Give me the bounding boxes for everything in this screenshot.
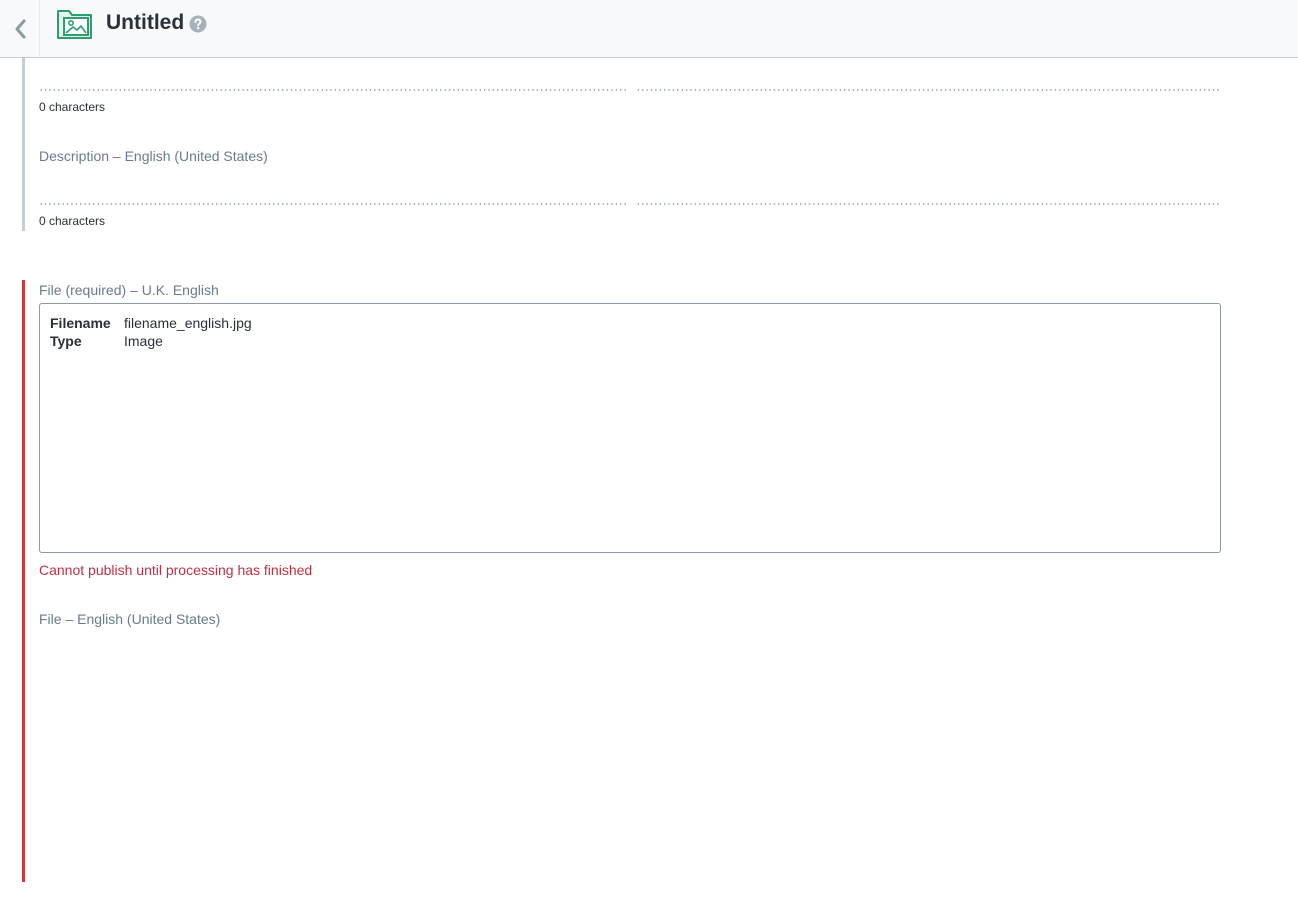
title-char-count: 0 characters (39, 100, 106, 114)
description-char-count: 0 characters (39, 214, 106, 228)
chevron-left-icon (15, 19, 25, 38)
back-button[interactable] (0, 0, 40, 57)
validation-error: Cannot publish until processing has fini… (39, 562, 313, 578)
question-circle-icon[interactable] (189, 15, 207, 33)
description-input-underline[interactable] (39, 203, 1221, 205)
meta-value: filename_english.jpg (124, 315, 252, 331)
meta-key: Filename (50, 315, 111, 331)
asset-image-icon (57, 10, 92, 39)
entity-header: Untitled (0, 0, 1298, 58)
description-label: Description – English (United States) (39, 148, 268, 164)
file-asset-card[interactable]: Filename filename_english.jpg Type Image (39, 303, 1221, 553)
field-error-indicator (22, 280, 25, 882)
meta-key: Type (50, 333, 82, 349)
title-input-underline[interactable] (39, 89, 1221, 91)
file-us-label: File – English (United States) (39, 611, 221, 627)
field-group-indicator (22, 58, 25, 231)
file-uk-label: File (required) – U.K. English (39, 282, 219, 298)
meta-value: Image (124, 333, 163, 349)
page-title: Untitled (106, 11, 185, 34)
